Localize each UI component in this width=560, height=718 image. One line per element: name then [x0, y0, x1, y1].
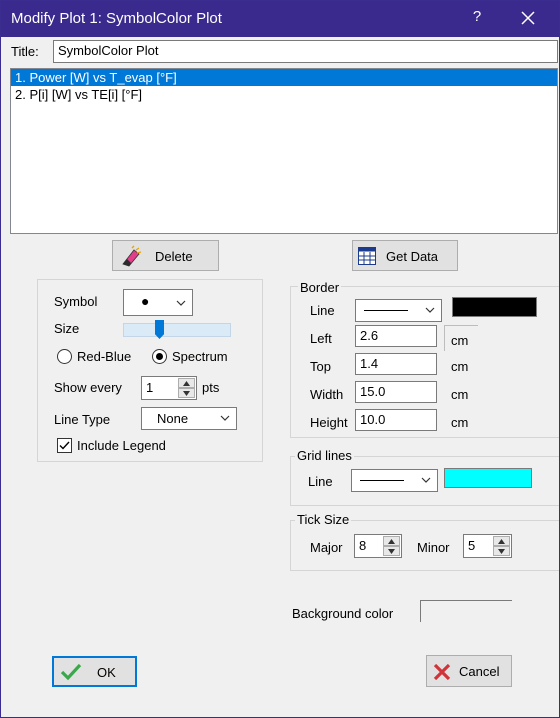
left-unit: cm	[451, 333, 469, 348]
close-button[interactable]	[517, 7, 539, 29]
delete-button[interactable]: Delete	[112, 240, 219, 271]
caret-up-icon	[183, 380, 190, 386]
line-style-preview	[360, 480, 404, 481]
grid-line-label: Line	[308, 474, 333, 489]
grid-color-swatch[interactable]	[444, 468, 532, 488]
symbol-label: Symbol	[54, 294, 98, 309]
x-mark-icon	[433, 663, 451, 681]
top-label: Top	[310, 359, 331, 374]
grid-line-select[interactable]	[351, 469, 438, 492]
major-value: 8	[359, 538, 367, 553]
help-button[interactable]: ?	[467, 8, 487, 25]
checkmark-icon	[60, 663, 82, 681]
chevron-down-icon	[421, 477, 431, 483]
spectrum-label: Spectrum	[172, 349, 228, 364]
height-unit: cm	[451, 415, 469, 430]
minor-label: Minor	[417, 540, 450, 555]
width-label: Width	[310, 387, 344, 402]
border-line-select[interactable]	[355, 299, 442, 322]
symbol-value: ●	[141, 293, 150, 309]
size-slider-thumb[interactable]	[155, 320, 164, 339]
include-legend-checkbox[interactable]	[57, 438, 72, 453]
data-table-icon	[358, 247, 376, 265]
width-unit: cm	[451, 387, 469, 402]
line-style-preview	[364, 310, 408, 311]
height-input[interactable]: 10.0	[355, 409, 437, 431]
width-input[interactable]: 15.0	[355, 381, 437, 403]
size-label: Size	[54, 321, 80, 336]
border-line-label: Line	[310, 303, 335, 318]
title-bar: Modify Plot 1: SymbolColor Plot ?	[1, 1, 559, 37]
major-stepper[interactable]: 8	[354, 534, 402, 558]
caret-down-icon	[498, 548, 505, 554]
show-every-value: 1	[146, 380, 154, 395]
stepper-down-button[interactable]	[493, 546, 510, 556]
line-type-value: None	[157, 411, 189, 426]
stepper-up-button[interactable]	[178, 378, 195, 388]
top-input[interactable]: 1.4	[355, 353, 437, 375]
minor-value: 5	[468, 538, 476, 553]
red-blue-radio[interactable]	[57, 349, 72, 364]
title-input[interactable]: SymbolColor Plot	[53, 40, 558, 63]
close-icon	[521, 11, 535, 25]
background-color-swatch[interactable]	[420, 600, 512, 622]
major-label: Major	[310, 540, 343, 555]
border-color-swatch[interactable]	[452, 297, 537, 317]
left-input[interactable]: 2.6	[355, 325, 437, 347]
left-label: Left	[310, 331, 332, 346]
symbol-select[interactable]: ●	[123, 289, 193, 316]
height-label: Height	[310, 415, 348, 430]
plot-list[interactable]: 1. Power [W] vs T_evap [°F] 2. P[i] [W] …	[10, 68, 558, 234]
plot-list-item-1[interactable]: 1. Power [W] vs T_evap [°F]	[11, 69, 557, 86]
tick-size-group-label: Tick Size	[295, 512, 352, 527]
show-every-label: Show every	[54, 380, 122, 395]
red-blue-label: Red-Blue	[77, 349, 132, 364]
chevron-down-icon	[425, 307, 435, 313]
spectrum-radio[interactable]	[152, 349, 167, 364]
border-group-label: Border	[298, 280, 342, 295]
chevron-down-icon	[176, 300, 186, 306]
get-data-button[interactable]: Get Data	[352, 240, 458, 271]
caret-down-icon	[388, 548, 395, 554]
show-every-unit: pts	[202, 380, 220, 395]
stepper-down-button[interactable]	[178, 388, 195, 398]
top-unit: cm	[451, 359, 469, 374]
size-slider[interactable]	[123, 320, 231, 339]
caret-down-icon	[183, 390, 190, 396]
caret-up-icon	[498, 538, 505, 544]
window-title: Modify Plot 1: SymbolColor Plot	[11, 10, 222, 27]
stepper-up-button[interactable]	[493, 536, 510, 546]
modify-plot-dialog: Modify Plot 1: SymbolColor Plot ? Title:…	[0, 0, 560, 718]
ok-button[interactable]: OK	[52, 656, 137, 687]
plot-list-item-2[interactable]: 2. P[i] [W] vs TE[i] [°F]	[11, 86, 557, 103]
line-type-select[interactable]: None	[141, 407, 237, 430]
cancel-button[interactable]: Cancel	[426, 655, 512, 687]
line-type-label: Line Type	[54, 412, 111, 427]
background-color-label: Background color	[292, 606, 394, 621]
minor-stepper[interactable]: 5	[463, 534, 512, 558]
chevron-down-icon	[220, 415, 230, 421]
grid-lines-group-label: Grid lines	[295, 448, 354, 463]
title-label: Title:	[11, 44, 39, 59]
stepper-up-button[interactable]	[383, 536, 400, 546]
eraser-icon	[122, 245, 142, 267]
include-legend-label: Include Legend	[77, 438, 166, 453]
show-every-stepper[interactable]: 1	[141, 376, 197, 400]
get-data-button-label: Get Data	[386, 249, 439, 264]
delete-button-label: Delete	[155, 249, 193, 264]
ok-button-label: OK	[97, 665, 116, 680]
stepper-down-button[interactable]	[383, 546, 400, 556]
check-icon	[59, 441, 70, 450]
cancel-button-label: Cancel	[459, 664, 500, 679]
caret-up-icon	[388, 538, 395, 544]
